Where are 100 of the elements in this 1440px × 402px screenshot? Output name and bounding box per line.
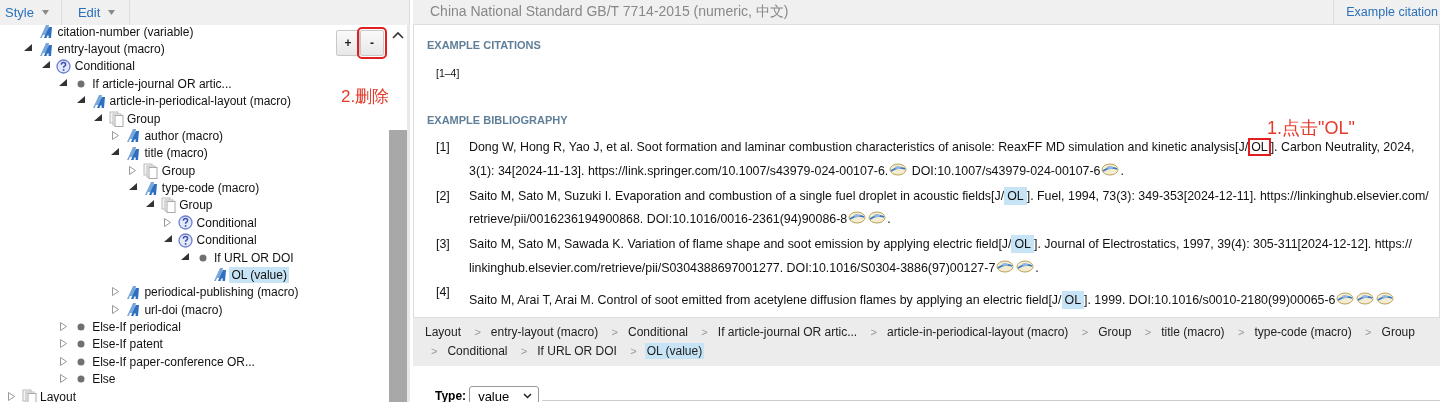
tree-item[interactable]: Group	[125, 110, 163, 127]
breadcrumb-item[interactable]: Layout	[423, 324, 464, 340]
separator-text: >	[474, 326, 481, 338]
menu-button[interactable]: Edit	[61, 0, 131, 25]
tree-item[interactable]: OL (value)	[229, 266, 289, 283]
type-select[interactable]: value	[469, 386, 540, 402]
collapse-toggle-icon[interactable]	[92, 113, 104, 124]
entry-number: [4]	[435, 283, 451, 301]
pages-icon	[21, 388, 37, 402]
tree-item[interactable]: article-in-periodical-layout (macro)	[107, 93, 293, 110]
section-heading: EXAMPLE CITATIONS	[427, 39, 541, 51]
tree-item[interactable]: periodical-publishing (macro)	[142, 284, 301, 301]
entry-number: [2]	[435, 187, 451, 205]
expand-toggle-icon[interactable]	[109, 304, 122, 315]
expand-toggle-icon[interactable]	[126, 165, 139, 176]
separator-text: >	[870, 326, 877, 338]
style-title: China National Standard GB/T 7714-2015 (numeric, 中文)	[430, 3, 789, 21]
expand-toggle-icon[interactable]	[161, 217, 174, 228]
scrollbar-thumb[interactable]	[389, 130, 407, 402]
tree-item[interactable]: Conditional	[72, 58, 137, 75]
tree-item[interactable]: entry-layout (macro)	[55, 41, 167, 58]
caret-icon	[108, 10, 116, 15]
expand-toggle-icon[interactable]	[5, 391, 17, 402]
breadcrumb-item[interactable]: OL (value)	[644, 343, 705, 359]
tree-item[interactable]: citation-number (variable)	[55, 25, 196, 40]
pages-icon	[142, 162, 159, 179]
pages-icon	[160, 197, 177, 214]
text-macro-icon	[142, 180, 159, 196]
expand-toggle-icon[interactable]	[109, 130, 122, 141]
tree-item[interactable]: Else-If paper-conference OR...	[90, 353, 257, 370]
breadcrumb-item[interactable]: If URL OR DOI	[535, 343, 619, 359]
text-macro-icon	[90, 93, 107, 109]
breadcrumb-item[interactable]: Conditional	[445, 343, 510, 359]
entry-number: [1]	[435, 139, 451, 156]
expand-toggle-icon[interactable]	[57, 322, 70, 333]
separator-text: >	[520, 345, 528, 357]
collapse-toggle-icon[interactable]	[179, 252, 191, 263]
caret-icon	[41, 10, 49, 15]
expand-toggle-icon[interactable]	[57, 374, 70, 385]
caret-icon	[523, 393, 533, 399]
highlighted-text[interactable]: OL	[1061, 290, 1085, 309]
annotation-text: 1.点击"OL"	[1267, 118, 1355, 138]
reference-text: Saito M, Arai T, Arai M. Control of soot emitted from acetylene diffusion flames by applying an electric field[J/ OL ]. 1999. DOI:10.1016/s0010-2180(99)00065-6	[469, 281, 1429, 314]
separator-text: >	[431, 345, 438, 357]
breadcrumb-item[interactable]: Group	[1096, 324, 1134, 340]
expand-toggle-icon[interactable]	[57, 356, 70, 367]
separator-text: >	[701, 326, 708, 338]
question-icon	[177, 215, 194, 231]
add-button[interactable]: +	[336, 30, 360, 56]
tree-item[interactable]: type-code (macro)	[159, 180, 262, 197]
annotation-text: 2.删除	[341, 86, 390, 108]
tree-item[interactable]: title (macro)	[142, 145, 210, 162]
tree-item[interactable]: Else-If periodical	[90, 319, 183, 336]
separator-text: >	[630, 345, 637, 357]
text-macro-icon	[125, 302, 142, 318]
reference-text: Saito M, Sato M, Suzuki I. Evaporation and combustion of a single fuel droplet in acoustic fields[J/ OL ]. Fuel, 1994, 73(3): 349-353[2024-12-11]. https://linkinghub.elsevier.com/ retrieve/pii/0016236194900868. DOI:10.1016/0016-2361(94)90086-8 .	[469, 184, 1429, 234]
remove-button[interactable]: -	[360, 30, 384, 56]
scroll-up-icon[interactable]	[392, 31, 404, 39]
expand-toggle-icon[interactable]	[109, 287, 122, 298]
tree-item[interactable]: If URL OR DOI	[212, 249, 296, 266]
text-macro-icon	[38, 41, 55, 57]
tree-item[interactable]: Group	[159, 162, 198, 179]
separator-text: >	[611, 326, 618, 338]
breadcrumb-item[interactable]: article-in-periodical-layout (macro)	[884, 324, 1071, 340]
citation-text: [1–4]	[436, 67, 460, 79]
breadcrumb-item[interactable]: type-code (macro)	[1252, 324, 1354, 340]
highlighted-text[interactable]: OL	[1004, 186, 1027, 205]
separator-text: >	[1365, 326, 1372, 338]
separator-text: >	[1237, 326, 1245, 338]
tree-item[interactable]: url-doi (macro)	[142, 301, 225, 318]
reference-text: Dong W, Hong R, Yao J, et al. Soot formation and laminar combustion characteristics of anisole: ReaxFF MD simulation and kinetic analysis[J/ OL ]. Carbon Neutrality, 2024, 3(1): 34[2024-11-13]. https://link.springer.com/10.1007/s43979-024-00107-6. DOI:10.1007/s43979-024-00107-6 .	[469, 136, 1429, 185]
text-macro-icon	[38, 25, 55, 40]
question-icon	[55, 58, 72, 74]
text-macro-icon	[125, 284, 142, 300]
expand-toggle-icon[interactable]	[57, 339, 70, 350]
section-heading: EXAMPLE BIBLIOGRAPHY	[427, 114, 568, 126]
tree-item[interactable]: Else	[90, 371, 118, 388]
reference-text: Saito M, Sato M, Sawada K. Variation of flame shape and soot emission by applying electric field[J/ OL ]. Journal of Electrostatics, 1997, 39(4): 305-311[2024-12-12]. https:// linkinghub.elsevier.com/retrieve/pii/S0304388697001277. DOI:10.1016/S0304-3886(97)00127-7 .	[469, 233, 1429, 282]
breadcrumb-item[interactable]: entry-layout (macro)	[488, 324, 601, 340]
question-icon	[177, 232, 194, 248]
field-label: Type:	[435, 389, 467, 402]
example-citation-tab[interactable]: Example citation	[1333, 0, 1440, 25]
tree-item[interactable]: If article-journal OR artic...	[90, 75, 234, 92]
collapse-toggle-icon[interactable]	[57, 78, 70, 89]
highlighted-text[interactable]: OL	[1011, 235, 1034, 254]
separator-text: >	[1081, 326, 1089, 338]
text-macro-icon	[125, 128, 142, 144]
tree-item[interactable]: Conditional	[194, 214, 259, 231]
tree-item[interactable]: author (macro)	[142, 127, 226, 144]
tree-item[interactable]: Conditional	[194, 232, 259, 249]
breadcrumb-item[interactable]: Group	[1379, 324, 1417, 340]
tree-item[interactable]: Else-If patent	[90, 336, 165, 353]
entry-number: [3]	[435, 236, 451, 254]
breadcrumb-item[interactable]: Conditional	[625, 324, 690, 340]
highlighted-text[interactable]: OL	[1248, 138, 1271, 156]
pages-icon	[108, 110, 124, 127]
menu-button[interactable]: Style	[0, 0, 62, 25]
breadcrumb-item[interactable]: If article-journal OR artic...	[715, 324, 860, 340]
tree-item[interactable]: Group	[177, 197, 215, 214]
breadcrumb-item[interactable]: title (macro)	[1159, 324, 1227, 340]
